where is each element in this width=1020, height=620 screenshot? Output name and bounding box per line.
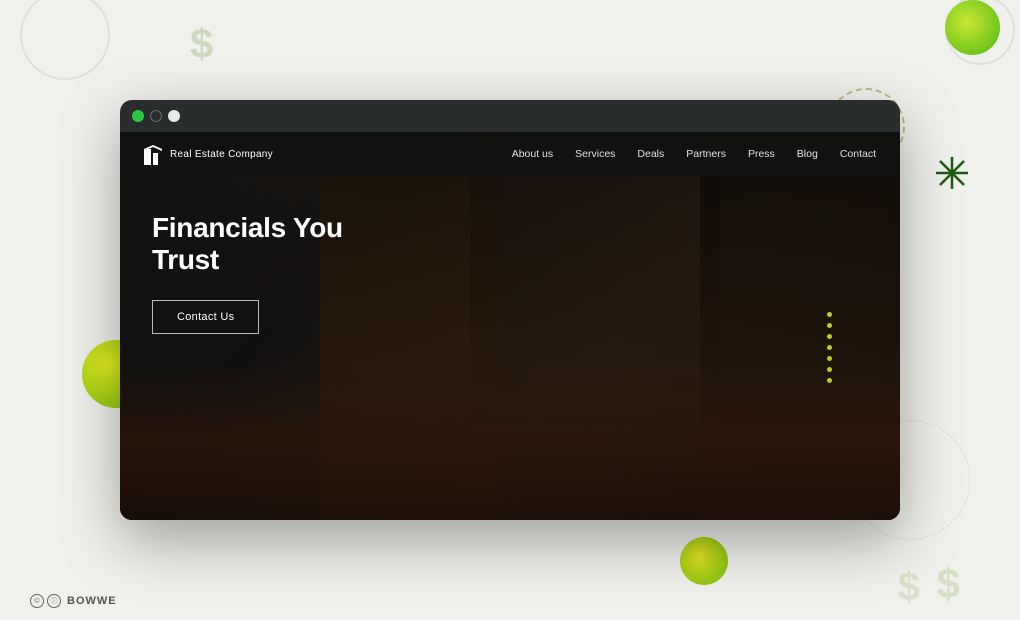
right-side-dots — [827, 312, 832, 383]
logo-area: Real Estate Company — [144, 143, 273, 165]
logo-icon — [144, 143, 164, 165]
nav-contact[interactable]: Contact — [840, 148, 876, 160]
starburst-decoration — [934, 155, 970, 196]
info-icon: ⓘ — [47, 594, 61, 608]
copyright-icon: © — [30, 594, 44, 608]
browser-chrome — [120, 100, 900, 132]
contact-us-button[interactable]: Contact Us — [152, 300, 259, 334]
dot-5 — [827, 356, 832, 361]
dot-2 — [827, 323, 832, 328]
green-circle-topright — [945, 0, 1000, 55]
traffic-light-yellow[interactable] — [150, 110, 162, 122]
nav-blog[interactable]: Blog — [797, 148, 818, 160]
nav-press[interactable]: Press — [748, 148, 775, 160]
company-name: Real Estate Company — [170, 149, 273, 160]
bowwe-icons: © ⓘ — [30, 594, 61, 608]
dot-6 — [827, 367, 832, 372]
hero-content: Financials You Trust Contact Us — [152, 212, 343, 334]
dollar-sign-1: $ — [190, 20, 213, 68]
circle-outline-topleft — [20, 0, 110, 80]
navbar: Real Estate Company About us Services De… — [120, 132, 900, 176]
street-floor — [120, 365, 900, 520]
nav-partners[interactable]: Partners — [686, 148, 726, 160]
dollar-sign-2: $ — [937, 560, 960, 608]
dollar-sign-3: $ — [898, 565, 920, 610]
traffic-light-white[interactable] — [168, 110, 180, 122]
dot-4 — [827, 345, 832, 350]
nav-services[interactable]: Services — [575, 148, 615, 160]
browser-window: Real Estate Company About us Services De… — [120, 100, 900, 520]
traffic-light-green[interactable] — [132, 110, 144, 122]
dot-1 — [827, 312, 832, 317]
nav-links: About us Services Deals Partners Press B… — [512, 148, 876, 160]
bowwe-brand: BOWWE — [67, 595, 117, 607]
circle-outline-topright — [945, 0, 1015, 65]
website-content: Real Estate Company About us Services De… — [120, 132, 900, 520]
dot-7 — [827, 378, 832, 383]
bowwe-footer: © ⓘ BOWWE — [30, 594, 117, 608]
green-circle-bottom — [680, 537, 728, 585]
hero-title: Financials You Trust — [152, 212, 343, 276]
nav-deals[interactable]: Deals — [637, 148, 664, 160]
nav-about[interactable]: About us — [512, 148, 553, 160]
dot-3 — [827, 334, 832, 339]
